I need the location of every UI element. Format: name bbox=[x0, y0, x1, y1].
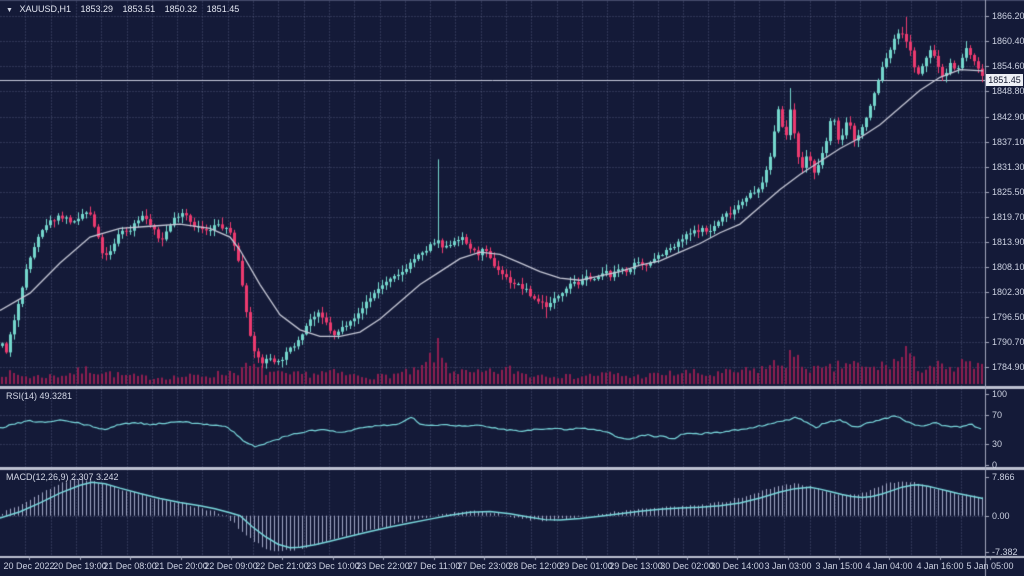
price-axis-label: 1860.40 bbox=[992, 36, 1024, 46]
time-axis-label: 23 Dec 22:00 bbox=[356, 561, 410, 571]
price-axis-label: 1819.70 bbox=[992, 212, 1024, 222]
time-axis-label: 21 Dec 20:00 bbox=[154, 561, 208, 571]
ohlc-high: 1853.51 bbox=[123, 4, 156, 14]
time-axis-label: 22 Dec 09:00 bbox=[204, 561, 258, 571]
macd-scale-label: 0.00 bbox=[992, 511, 1010, 521]
price-axis-label: 1813.90 bbox=[992, 237, 1024, 247]
price-axis-label: 1802.30 bbox=[992, 287, 1024, 297]
macd-indicator-label: MACD(12,26,9) 2.307 3.242 bbox=[6, 472, 119, 482]
time-axis-label: 27 Dec 23:00 bbox=[457, 561, 511, 571]
time-axis-label: 4 Jan 16:00 bbox=[916, 561, 963, 571]
price-axis-label: 1790.70 bbox=[992, 337, 1024, 347]
time-axis-label: 30 Dec 02:00 bbox=[660, 561, 714, 571]
price-axis-label: 1837.10 bbox=[992, 137, 1024, 147]
symbol-dropdown-icon[interactable]: ▼ bbox=[6, 7, 13, 14]
price-axis-label: 1825.50 bbox=[992, 187, 1024, 197]
ohlc-close: 1851.45 bbox=[207, 4, 240, 14]
price-axis-label: 1842.90 bbox=[992, 112, 1024, 122]
time-axis-label: 3 Jan 03:00 bbox=[764, 561, 811, 571]
current-price-tag: 1851.45 bbox=[986, 74, 1023, 86]
time-axis-label: 29 Dec 01:00 bbox=[559, 561, 613, 571]
symbol-title: XAUUSD,H1 bbox=[19, 4, 71, 14]
time-axis-label: 21 Dec 08:00 bbox=[103, 561, 157, 571]
rsi-scale-label: 100 bbox=[992, 389, 1007, 399]
time-axis-label: 27 Dec 11:00 bbox=[408, 561, 461, 571]
time-axis-label: 20 Dec 2022 bbox=[3, 561, 54, 571]
time-axis-label: 20 Dec 19:00 bbox=[53, 561, 107, 571]
rsi-scale-label: 70 bbox=[992, 410, 1002, 420]
price-axis-label: 1796.50 bbox=[992, 312, 1024, 322]
price-axis-label: 1848.80 bbox=[992, 86, 1024, 96]
macd-scale-label: -7.382 bbox=[992, 547, 1018, 557]
rsi-scale-label: 0 bbox=[992, 460, 997, 470]
price-axis-label: 1808.10 bbox=[992, 262, 1024, 272]
chart-canvas[interactable] bbox=[0, 0, 1024, 576]
time-axis-label: 28 Dec 12:00 bbox=[508, 561, 562, 571]
time-axis-label: 3 Jan 15:00 bbox=[815, 561, 862, 571]
ohlc-low: 1850.32 bbox=[165, 4, 198, 14]
price-axis-label: 1784.90 bbox=[992, 362, 1024, 372]
time-axis-label: 5 Jan 05:00 bbox=[966, 561, 1013, 571]
time-axis-label: 23 Dec 10:00 bbox=[306, 561, 360, 571]
time-axis-label: 29 Dec 13:00 bbox=[609, 561, 663, 571]
price-axis-label: 1854.60 bbox=[992, 61, 1024, 71]
trading-chart-window: ▼ XAUUSD,H1 1853.29 1853.51 1850.32 1851… bbox=[0, 0, 1024, 576]
time-axis-label: 30 Dec 14:00 bbox=[710, 561, 764, 571]
time-axis-label: 22 Dec 21:00 bbox=[255, 561, 309, 571]
rsi-scale-label: 30 bbox=[992, 439, 1002, 449]
time-axis-label: 4 Jan 04:00 bbox=[865, 561, 912, 571]
price-axis-label: 1831.30 bbox=[992, 162, 1024, 172]
macd-scale-label: 7.866 bbox=[992, 472, 1015, 482]
symbol-header: ▼ XAUUSD,H1 1853.29 1853.51 1850.32 1851… bbox=[6, 4, 246, 14]
price-axis-label: 1866.20 bbox=[992, 11, 1024, 21]
ohlc-open: 1853.29 bbox=[80, 4, 113, 14]
rsi-indicator-label: RSI(14) 49.3281 bbox=[6, 391, 72, 401]
